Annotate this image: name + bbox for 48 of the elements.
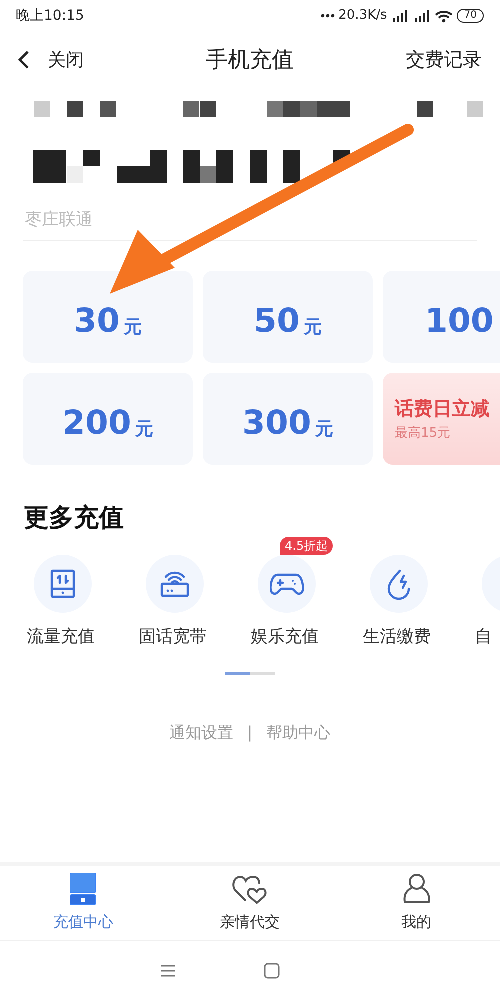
- network-speed: 20.3K/s: [338, 7, 388, 26]
- amount-unit: 元: [135, 421, 154, 439]
- carrier-label: 枣庄联通: [25, 209, 93, 232]
- tab-bar-item[interactable]: 我的: [333, 866, 500, 940]
- status-time: 晚上10:15: [16, 6, 84, 26]
- drop-bolt-icon: [386, 568, 412, 600]
- signal-icon: [391, 10, 410, 22]
- tab-bar-item[interactable]: 亲情代交: [166, 866, 334, 940]
- menu-icon[interactable]: [160, 964, 176, 976]
- tablet-icon: [70, 872, 96, 905]
- amount-unit: 元: [124, 319, 142, 337]
- payment-history-link[interactable]: 交费记录: [352, 46, 482, 74]
- router-icon: [160, 570, 190, 598]
- service-item[interactable]: 流量充值: [27, 554, 99, 650]
- service-item[interactable]: 娱乐充值: [251, 554, 323, 650]
- amount-unit: 元: [315, 421, 334, 439]
- wifi-icon: [435, 10, 454, 22]
- amount-card[interactable]: 100: [383, 271, 500, 363]
- service-item[interactable]: 固话宽带: [139, 554, 211, 650]
- amount-unit: 元: [304, 319, 322, 337]
- amount-card[interactable]: 300 元: [203, 373, 373, 465]
- discount-title: 话费日立减: [395, 397, 490, 422]
- user-icon: [402, 872, 432, 905]
- service-item[interactable]: 自: [475, 554, 500, 650]
- amount-card[interactable]: 50 元: [203, 271, 373, 363]
- discount-subtitle: 最高15元: [395, 424, 451, 442]
- back-button[interactable]: 关闭: [18, 46, 148, 74]
- section-title: 更多充值: [24, 502, 125, 534]
- home-square-icon[interactable]: [264, 962, 280, 978]
- amount-card[interactable]: 200 元: [23, 373, 193, 465]
- battery-indicator: 70: [457, 9, 484, 23]
- amount-value: 300: [242, 406, 312, 439]
- discount-badge: 4.5折起: [280, 536, 334, 554]
- page-title: 手机充值: [205, 46, 295, 74]
- link-separator: |: [247, 722, 253, 744]
- amount-value: 100: [425, 304, 494, 337]
- amount-value: 200: [62, 406, 132, 439]
- amount-value: 30: [74, 304, 120, 337]
- service-item[interactable]: 生活缴费: [363, 554, 435, 650]
- scroll-indicator: [225, 672, 275, 675]
- tab-bar-item[interactable]: 充值中心: [0, 866, 167, 940]
- tablet-icon: [50, 568, 76, 598]
- dots-icon: [320, 14, 335, 18]
- gamepad-icon: [270, 572, 304, 596]
- signal-icon: [413, 10, 432, 22]
- back-icon: [18, 50, 30, 70]
- amount-value: 50: [254, 304, 300, 337]
- amount-card[interactable]: 30 元: [23, 271, 193, 363]
